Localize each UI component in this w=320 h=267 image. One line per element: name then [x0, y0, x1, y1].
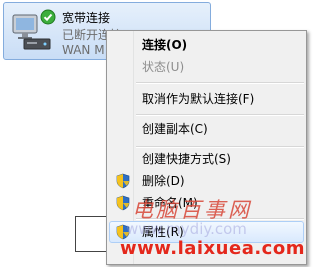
uac-shield-icon [115, 173, 131, 189]
menu-item-label: 连接(O) [142, 38, 188, 52]
uac-shield-icon [115, 195, 131, 211]
connection-device: WAN M [62, 43, 105, 57]
menu-separator [136, 114, 304, 116]
menu-item-label: 取消作为默认连接(F) [142, 92, 255, 106]
watermark-url-faint: www.mydiy.com [126, 220, 247, 238]
green-check-icon [40, 9, 56, 25]
menu-item-connect[interactable]: 连接(O) [109, 34, 304, 56]
menu-item-label: 删除(D) [142, 174, 185, 188]
menu-item-label: 创建副本(C) [142, 122, 208, 136]
connection-name: 宽带连接 [62, 11, 111, 25]
menu-separator [136, 82, 304, 84]
menu-item-label: 创建快捷方式(S) [142, 152, 231, 166]
menu-item-label: 状态(U) [142, 60, 185, 74]
menu-item-delete[interactable]: 删除(D) [109, 170, 304, 192]
menu-item-status[interactable]: 状态(U) [109, 56, 304, 78]
network-connection-icon [10, 9, 56, 53]
watermark-url: www.laixuea.com [120, 238, 305, 259]
menu-item-create-copy[interactable]: 创建副本(C) [109, 118, 304, 140]
menu-item-cancel-default[interactable]: 取消作为默认连接(F) [109, 88, 304, 110]
menu-item-create-shortcut[interactable]: 创建快捷方式(S) [109, 148, 304, 170]
